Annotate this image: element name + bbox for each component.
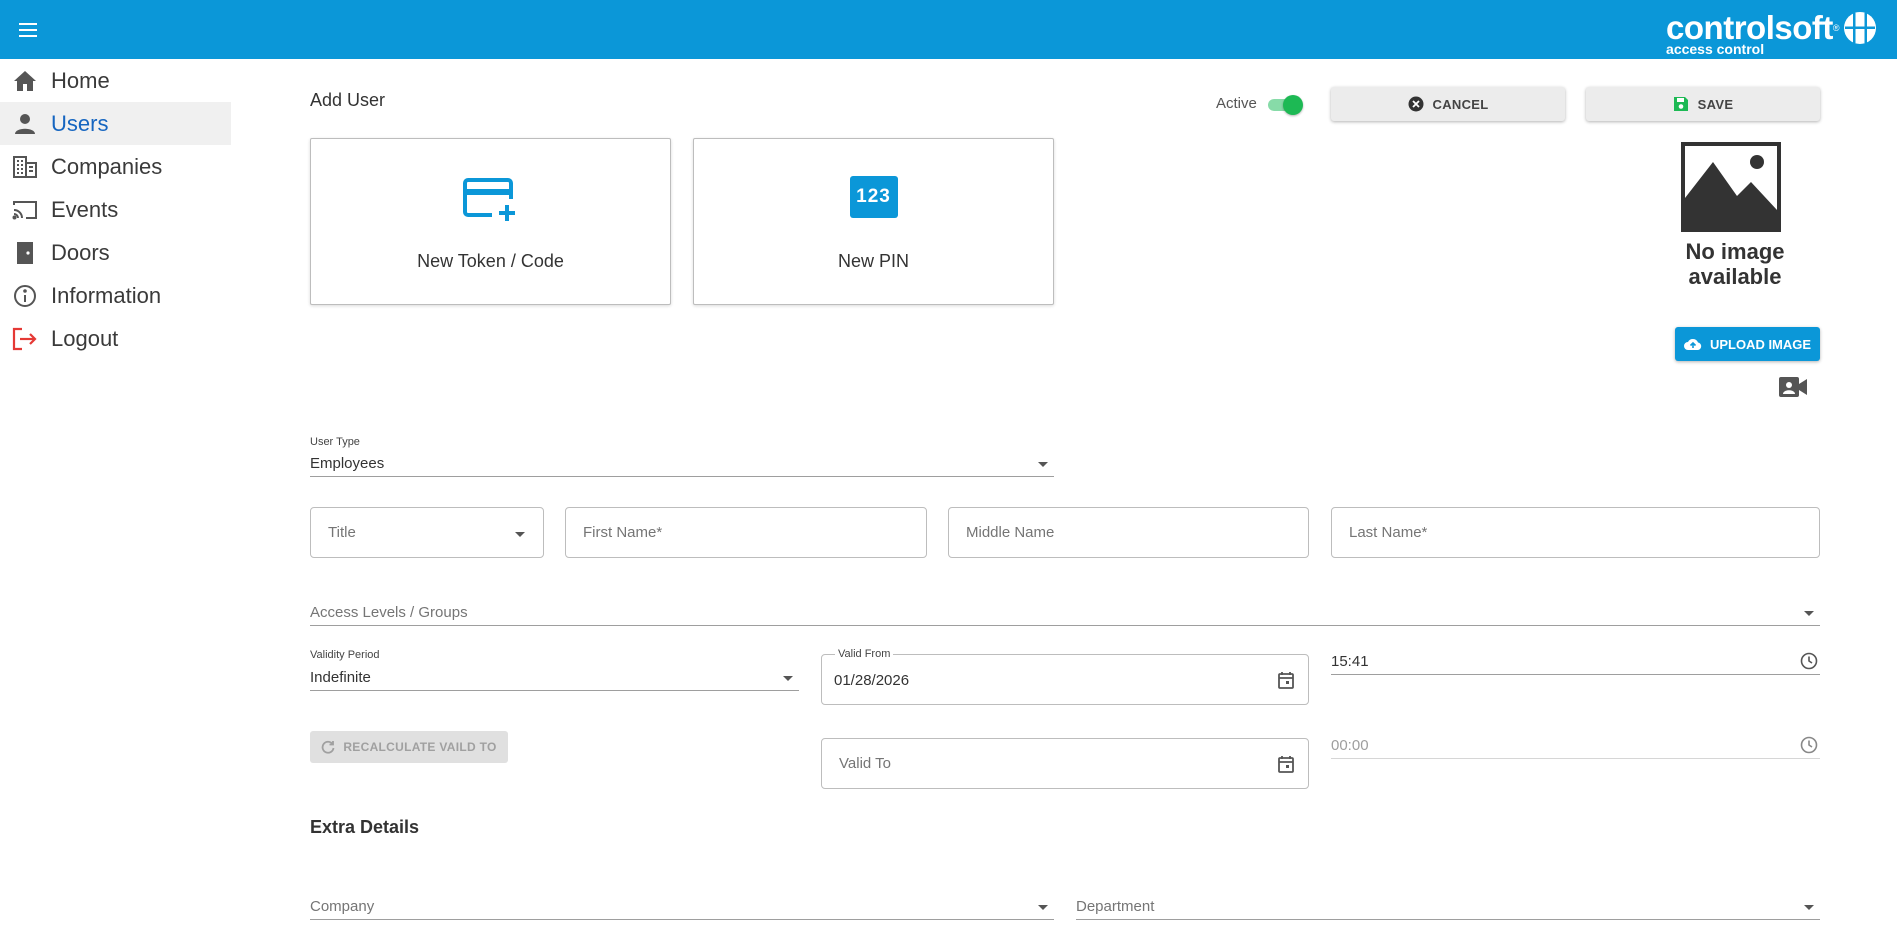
clock-icon[interactable] (1800, 736, 1818, 754)
image-placeholder-icon (1681, 142, 1781, 232)
brand-mark-icon (1844, 12, 1876, 44)
valid-from-value: 01/28/2026 (834, 672, 910, 689)
company-placeholder: Company (310, 898, 375, 915)
sidebar-item-users[interactable]: Users (0, 102, 231, 145)
valid-to-date-field[interactable]: Valid To (821, 738, 1309, 789)
department-placeholder: Department (1076, 898, 1155, 915)
recalculate-label: RECALCULATE VAILD TO (343, 740, 497, 754)
top-app-bar: controlsoft® access control (0, 0, 1897, 59)
sidebar-item-companies[interactable]: Companies (0, 145, 231, 188)
pin-123-icon: 123 (849, 176, 898, 218)
page-title: Add User (310, 90, 386, 110)
cancel-icon (1408, 96, 1424, 112)
no-image-line1: No image (1685, 239, 1785, 264)
sidebar-item-logout[interactable]: Logout (0, 317, 231, 360)
video-contact-icon[interactable] (1778, 375, 1808, 399)
chevron-down-icon (1804, 905, 1814, 910)
user-type-value: Employees (310, 455, 385, 472)
logout-icon (12, 326, 38, 352)
brand-reg: ® (1832, 23, 1840, 33)
chevron-down-icon (1038, 462, 1048, 467)
valid-to-time-field[interactable]: 00:00 (1331, 733, 1820, 759)
user-type-select[interactable]: Employees (310, 451, 1054, 477)
person-icon (12, 111, 38, 137)
valid-to-placeholder: Valid To (839, 755, 891, 772)
sidebar-item-label: Information (51, 282, 162, 308)
department-select[interactable]: Department (1076, 894, 1820, 920)
new-token-label: New Token / Code (417, 251, 564, 271)
middle-name-placeholder: Middle Name (966, 524, 1055, 541)
cancel-button-label: CANCEL (1432, 96, 1489, 112)
refresh-icon (322, 740, 335, 754)
new-pin-tile[interactable]: 123 New PIN (693, 138, 1054, 305)
sidebar-item-label: Logout (51, 325, 119, 351)
menu-icon[interactable] (19, 20, 41, 40)
upload-image-label: UPLOAD IMAGE (1709, 336, 1812, 352)
sidebar-item-events[interactable]: Events (0, 188, 231, 231)
valid-to-time-value: 00:00 (1331, 737, 1369, 754)
save-button-label: SAVE (1697, 96, 1734, 112)
no-image-line2: available (1688, 264, 1782, 289)
user-type-label: User Type (310, 436, 360, 448)
sidebar-item-doors[interactable]: Doors (0, 231, 231, 274)
cloud-upload-icon (1683, 338, 1702, 350)
sidebar-item-label: Users (51, 110, 109, 136)
sidebar-item-home[interactable]: Home (0, 59, 231, 102)
validity-period-label: Validity Period (310, 649, 380, 661)
chevron-down-icon (1038, 905, 1048, 910)
sidebar-item-label: Home (51, 67, 110, 93)
active-label: Active (1216, 95, 1257, 112)
valid-from-time-field[interactable]: 15:41 (1331, 649, 1820, 675)
company-select[interactable]: Company (310, 894, 1054, 920)
save-icon (1673, 97, 1688, 111)
calendar-icon[interactable] (1278, 671, 1294, 689)
sidebar-item-label: Companies (51, 153, 163, 179)
sidebar-item-information[interactable]: Information (0, 274, 231, 317)
save-button[interactable]: SAVE (1586, 87, 1820, 121)
active-toggle[interactable] (1268, 95, 1303, 115)
pin-icon-text: 123 (856, 186, 891, 207)
valid-from-date-field[interactable]: Valid From 01/28/2026 (821, 648, 1309, 705)
validity-period-value: Indefinite (310, 669, 371, 686)
middle-name-field[interactable]: Middle Name (948, 507, 1309, 558)
cast-icon (12, 197, 38, 223)
cancel-button[interactable]: CANCEL (1331, 87, 1565, 121)
sidebar: Home Users Companies Events Doors Inform… (0, 59, 231, 360)
card-plus-icon (462, 178, 515, 221)
title-placeholder: Title (328, 524, 356, 541)
chevron-down-icon (515, 532, 525, 537)
chevron-down-icon (783, 676, 793, 681)
new-pin-label: New PIN (837, 251, 909, 271)
recalculate-valid-to-button[interactable]: RECALCULATE VAILD TO (310, 731, 508, 763)
first-name-placeholder: First Name* (583, 524, 663, 541)
upload-image-button[interactable]: UPLOAD IMAGE (1675, 327, 1820, 361)
calendar-icon[interactable] (1278, 755, 1294, 773)
valid-from-time-value: 15:41 (1331, 653, 1369, 670)
clock-icon[interactable] (1800, 652, 1818, 670)
sidebar-item-label: Events (51, 196, 119, 222)
home-icon (12, 68, 38, 94)
title-select[interactable]: Title (310, 507, 544, 558)
info-icon (12, 283, 38, 309)
validity-period-select[interactable]: Indefinite (310, 665, 799, 691)
new-token-tile[interactable]: New Token / Code (310, 138, 671, 305)
door-icon (12, 240, 38, 266)
extra-details-title: Extra Details (310, 817, 420, 837)
brand-logo: controlsoft® access control (1666, 10, 1877, 56)
chevron-down-icon (1804, 611, 1814, 616)
sidebar-item-label: Doors (51, 239, 110, 265)
building-icon (12, 154, 38, 180)
first-name-field[interactable]: First Name* (565, 507, 927, 558)
last-name-field[interactable]: Last Name* (1331, 507, 1820, 558)
valid-from-label: Valid From (835, 648, 894, 660)
access-levels-select[interactable]: Access Levels / Groups (310, 600, 1820, 626)
user-photo-placeholder: No image available (1679, 140, 1791, 302)
last-name-placeholder: Last Name* (1349, 524, 1428, 541)
access-levels-placeholder: Access Levels / Groups (310, 604, 468, 621)
